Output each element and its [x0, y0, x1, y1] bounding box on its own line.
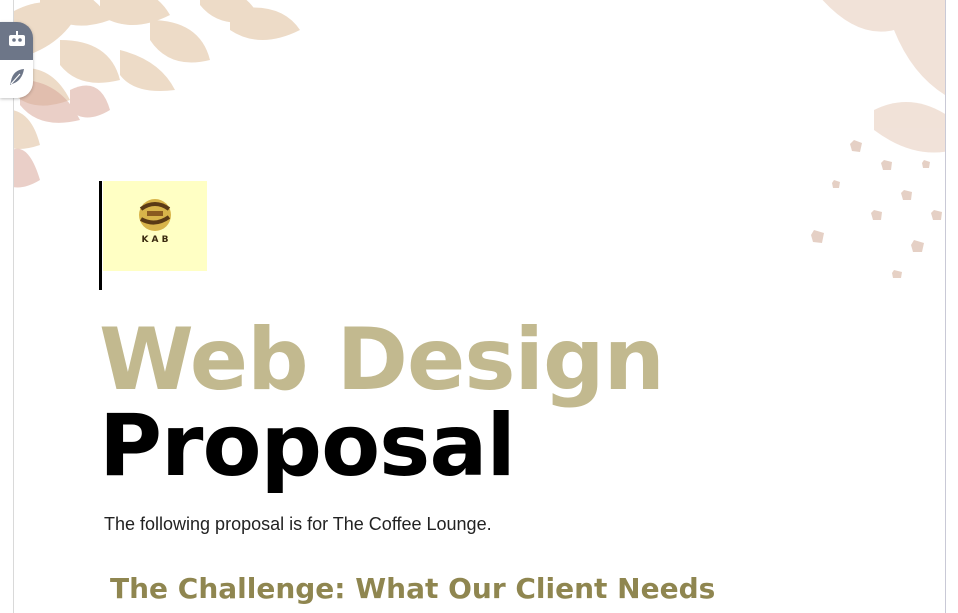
petal-decoration: [811, 0, 945, 278]
logo: K A B: [103, 181, 207, 271]
section-heading: The Challenge: What Our Client Needs: [110, 572, 716, 605]
leaf-decoration: [14, 0, 300, 188]
title-line-1: Web Design: [99, 310, 665, 410]
title-line-2: Proposal: [99, 396, 516, 496]
feather-icon: [7, 67, 27, 91]
intro-text: The following proposal is for The Coffee…: [104, 514, 492, 534]
logo-accent-bar: [99, 181, 102, 290]
robot-icon: [7, 29, 27, 53]
logo-block: K A B: [99, 181, 207, 290]
robot-button[interactable]: [0, 22, 33, 60]
feather-button[interactable]: [0, 60, 33, 98]
side-toolbar: [0, 22, 33, 98]
logo-text: K A B: [141, 235, 168, 245]
